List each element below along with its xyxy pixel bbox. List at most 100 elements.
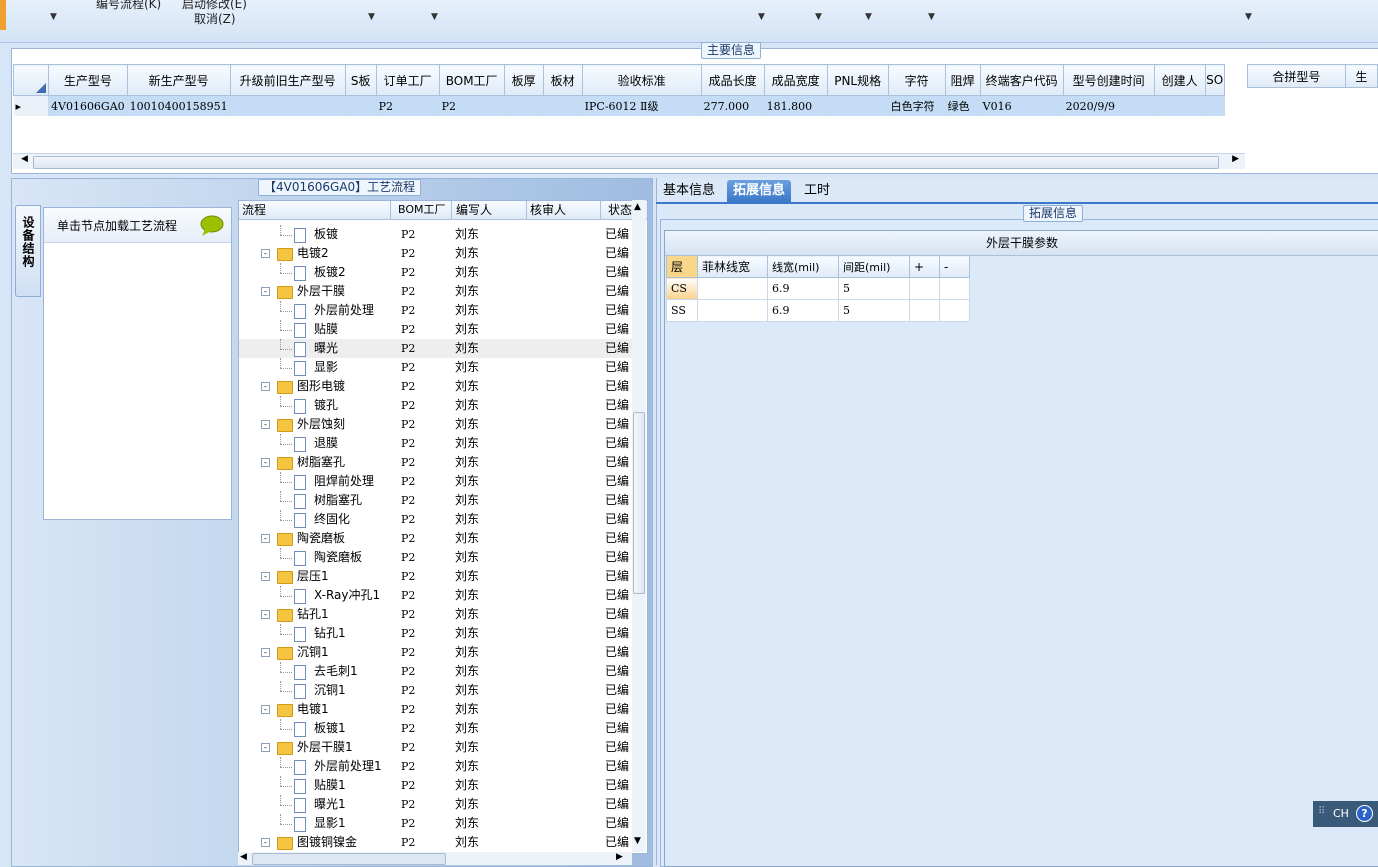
col-header[interactable]: PNL规格 [826,64,889,96]
tree-node-label[interactable]: 阻焊前处理 [314,472,374,491]
collapse-icon[interactable]: - [261,420,270,429]
table-cell[interactable] [230,95,346,116]
tab-extended-info[interactable]: 拓展信息 [727,180,792,202]
col-header[interactable]: 核审人 [527,201,601,219]
tree-node-label[interactable]: 曝光1 [314,795,346,814]
tab-equipment-structure[interactable]: 设备结构 [15,205,41,297]
col-header[interactable]: 创建人 [1153,64,1206,96]
table-cell[interactable] [909,299,940,322]
tree-node-label[interactable]: 外层干膜1 [297,738,353,757]
tree-row[interactable]: - 外层干膜 P2 刘东 已编 [239,282,633,301]
tree-node-label[interactable]: 板镀2 [314,263,346,282]
table-cell[interactable]: P2 [376,95,440,116]
collapse-icon[interactable]: - [261,249,270,258]
collapse-icon[interactable]: - [261,610,270,619]
tree-horizontal-scrollbar[interactable]: ◀ ▶ [238,852,632,865]
tree-row[interactable]: 曝光 P2 刘东 已编 [239,339,633,358]
col-header[interactable]: 升级前旧生产型号 [229,64,346,96]
tree-row[interactable]: 板镀1 P2 刘东 已编 [239,719,633,738]
scroll-thumb[interactable] [33,156,1219,169]
horizontal-scrollbar[interactable]: ◀ ▶ [13,153,1245,169]
col-header[interactable]: 订单工厂 [375,64,440,96]
col-header[interactable]: 成品宽度 [763,64,828,96]
tree-row[interactable]: 外层前处理 P2 刘东 已编 [239,301,633,320]
table-cell[interactable]: 10010400158951 [127,95,231,116]
chevron-down-icon[interactable]: ▼ [431,12,438,22]
col-header[interactable]: 合拼型号 [1247,64,1346,88]
tree-row[interactable]: 阻焊前处理 P2 刘东 已编 [239,472,633,491]
col-header[interactable]: BOM工厂 [438,64,505,96]
tree-row[interactable]: - 陶瓷磨板 P2 刘东 已编 [239,529,633,548]
tree-node-label[interactable]: 曝光 [314,339,338,358]
table-cell[interactable]: SS [666,299,698,322]
collapse-icon[interactable]: - [261,838,270,847]
chevron-down-icon[interactable]: ▼ [368,12,375,22]
chevron-down-icon[interactable]: ▼ [815,12,822,22]
tree-node-label[interactable]: 钻孔1 [297,605,329,624]
col-header[interactable]: 板材 [542,64,583,96]
tree-node-label[interactable]: 钻孔1 [314,624,346,643]
table-cell[interactable]: 绿色 [945,95,981,116]
tree-node-label[interactable]: 电镀2 [297,244,329,263]
table-cell[interactable] [1205,95,1225,116]
table-cell[interactable]: 2020/9/9 [1063,95,1155,116]
table-cell[interactable] [939,277,970,300]
tree-row[interactable]: 终固化 P2 刘东 已编 [239,510,633,529]
tree-node-label[interactable]: 外层前处理 [314,301,374,320]
tree-node-label[interactable]: 沉铜1 [297,643,329,662]
tree-node-label[interactable]: 镀孔 [314,396,338,415]
remove-column-button[interactable]: - [939,255,970,278]
tree-node-label[interactable]: X-Ray冲孔1 [314,586,380,605]
scroll-up-icon[interactable]: ▲ [634,202,641,212]
collapse-icon[interactable]: - [261,648,270,657]
tree-node-label[interactable]: 树脂塞孔 [297,453,345,472]
toolbar-item-flow[interactable]: 编号流程(K) [96,0,161,12]
table-cell[interactable] [827,95,889,116]
table-cell[interactable] [697,299,768,322]
table-row[interactable]: ▸ 4V01606GA0 10010400158951 P2 P2 IPC-60… [13,95,1225,116]
table-cell[interactable]: 181.800 [764,95,828,116]
table-cell[interactable] [1154,95,1206,116]
table-cell[interactable]: 6.9 [767,299,839,322]
col-header[interactable]: 编写人 [453,201,527,219]
table-cell[interactable] [345,95,377,116]
tree-row[interactable]: 退膜 P2 刘东 已编 [239,434,633,453]
tree-node-label[interactable]: 退膜 [314,434,338,453]
col-header[interactable]: 线宽(mil) [767,255,839,278]
table-cell[interactable] [504,95,544,116]
process-tree-grid[interactable]: 流程 BOM工厂 编写人 核审人 状态 板镀 P2 刘东 已编 - 电镀2 P2 刘东 已编 板镀… [238,200,648,854]
help-icon[interactable]: ? [1356,805,1373,822]
collapse-icon[interactable]: - [261,705,270,714]
tree-node-label[interactable]: 外层干膜 [297,282,345,301]
chevron-down-icon[interactable]: ▼ [758,12,765,22]
col-header[interactable]: 成品长度 [700,64,765,96]
col-header[interactable]: SO [1204,64,1225,96]
tree-node-label[interactable]: 树脂塞孔 [314,491,362,510]
table-row[interactable]: SS 6.9 5 [666,299,970,322]
tree-row[interactable]: - 电镀1 P2 刘东 已编 [239,700,633,719]
table-row[interactable]: CS 6.9 5 [666,277,970,300]
tree-node-label[interactable]: 沉铜1 [314,681,346,700]
chevron-down-icon[interactable]: ▼ [928,12,935,22]
table-cell[interactable]: V016 [980,95,1064,116]
row-selector-header[interactable] [13,64,49,96]
language-bar[interactable]: ⠿ CH ? [1313,801,1378,827]
tree-row[interactable]: 沉铜1 P2 刘东 已编 [239,681,633,700]
col-header[interactable]: 板厚 [503,64,544,96]
tree-node-label[interactable]: 贴膜1 [314,776,346,795]
tree-row[interactable]: 板镀 P2 刘东 已编 [239,225,633,244]
col-header[interactable]: 字符 [887,64,946,96]
tree-node-label[interactable]: 板镀 [314,225,338,244]
tree-row[interactable]: 贴膜 P2 刘东 已编 [239,320,633,339]
tree-node-label[interactable]: 终固化 [314,510,350,529]
scroll-thumb[interactable] [252,853,446,865]
tree-row[interactable]: - 树脂塞孔 P2 刘东 已编 [239,453,633,472]
collapse-icon[interactable]: - [261,534,270,543]
table-cell[interactable] [543,95,583,116]
tree-row[interactable]: 镀孔 P2 刘东 已编 [239,396,633,415]
tree-row[interactable]: 去毛刺1 P2 刘东 已编 [239,662,633,681]
tree-row[interactable]: 板镀2 P2 刘东 已编 [239,263,633,282]
tree-row[interactable]: 曝光1 P2 刘东 已编 [239,795,633,814]
tree-node-label[interactable]: 外层蚀刻 [297,415,345,434]
tab-basic-info[interactable]: 基本信息 [657,180,721,202]
